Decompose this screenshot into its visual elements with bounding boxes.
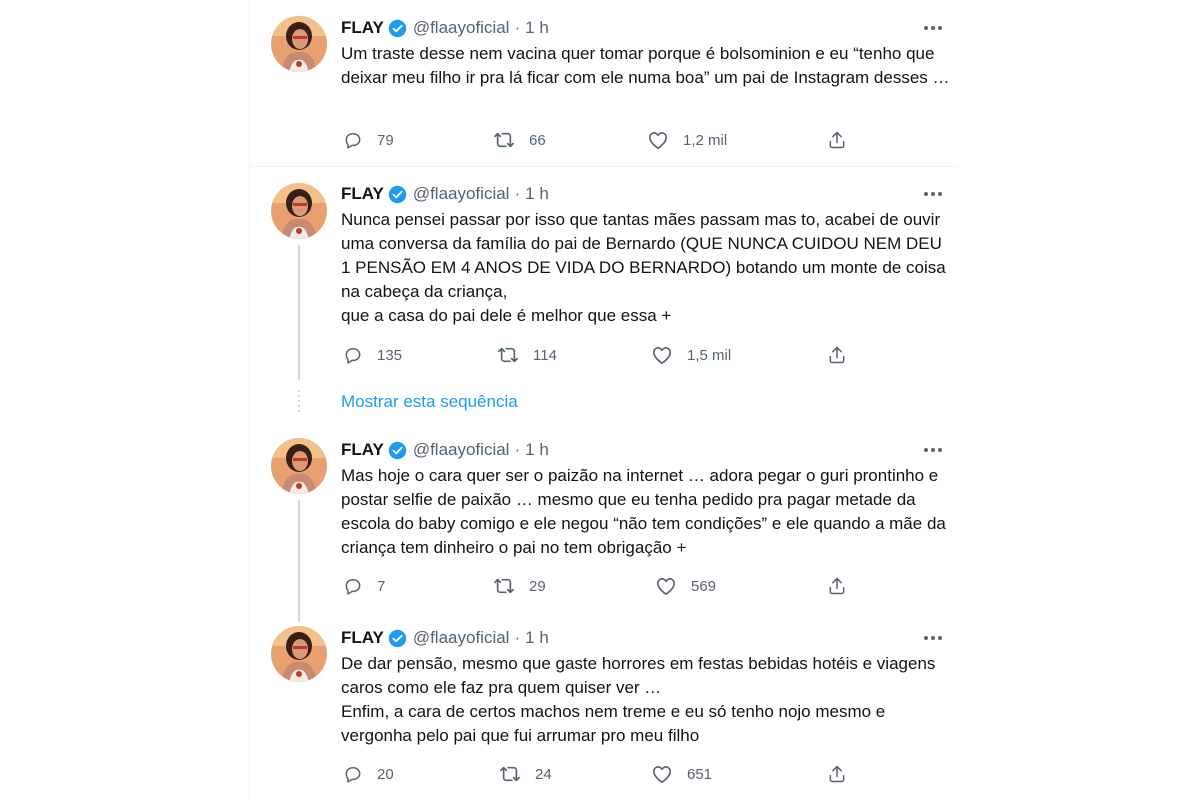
tweet-text: De dar pensão, mesmo que gaste horrores … bbox=[341, 654, 936, 745]
like-button[interactable]: 569 bbox=[655, 574, 716, 598]
like-count: 1,5 mil bbox=[687, 346, 732, 364]
like-count: 1,2 mil bbox=[683, 131, 728, 149]
reply-button[interactable]: 135 bbox=[343, 343, 402, 367]
avatar[interactable] bbox=[271, 16, 327, 72]
user-handle[interactable]: @flaayoficial bbox=[413, 628, 510, 648]
share-button[interactable] bbox=[827, 762, 847, 786]
avatar[interactable] bbox=[271, 438, 327, 494]
tweet-actions: 20 24 651 bbox=[341, 762, 861, 786]
display-name[interactable]: FLAY bbox=[341, 18, 384, 38]
like-count: 569 bbox=[691, 577, 717, 595]
tweet-header: FLAY @flaayoficial · 1 h bbox=[341, 183, 549, 205]
retweet-icon bbox=[493, 130, 515, 150]
share-icon bbox=[827, 576, 847, 596]
retweet-icon bbox=[497, 345, 519, 365]
verified-badge-icon bbox=[388, 185, 407, 204]
more-options-icon[interactable] bbox=[920, 441, 946, 459]
thread-line bbox=[298, 500, 300, 622]
separator-dot: · bbox=[514, 184, 521, 203]
share-button[interactable] bbox=[827, 128, 847, 152]
avatar[interactable] bbox=[271, 626, 327, 682]
display-name[interactable]: FLAY bbox=[341, 184, 384, 204]
share-icon bbox=[827, 764, 847, 784]
retweet-button[interactable]: 24 bbox=[499, 762, 552, 786]
like-count: 651 bbox=[687, 765, 713, 783]
show-thread-link[interactable]: Mostrar esta sequência bbox=[341, 392, 518, 412]
heart-icon bbox=[647, 130, 669, 150]
verified-badge-icon bbox=[388, 19, 407, 38]
timestamp[interactable]: 1 h bbox=[525, 18, 549, 38]
user-handle[interactable]: @flaayoficial bbox=[413, 184, 510, 204]
tweet-header: FLAY @flaayoficial · 1 h bbox=[341, 439, 549, 461]
separator-dot: · bbox=[514, 18, 521, 37]
reply-count: 79 bbox=[377, 131, 394, 149]
tweet-3[interactable]: FLAY @flaayoficial · 1 h Mas hoje o cara… bbox=[250, 422, 958, 622]
retweet-icon bbox=[493, 576, 515, 596]
timeline-column: FLAY @flaayoficial · 1 h Um traste desse… bbox=[249, 0, 958, 800]
separator-dot: · bbox=[514, 628, 521, 647]
reply-icon bbox=[343, 764, 363, 784]
tweet-4[interactable]: FLAY @flaayoficial · 1 h De dar pensão, … bbox=[250, 610, 958, 800]
share-button[interactable] bbox=[827, 574, 847, 598]
share-icon bbox=[827, 345, 847, 365]
verified-badge-icon bbox=[388, 441, 407, 460]
tweet-header: FLAY @flaayoficial · 1 h bbox=[341, 627, 549, 649]
reply-icon bbox=[343, 345, 363, 365]
tweet-header: FLAY @flaayoficial · 1 h bbox=[341, 17, 549, 39]
share-button[interactable] bbox=[827, 343, 847, 367]
avatar[interactable] bbox=[271, 183, 327, 239]
tweet-actions: 79 66 1,2 mil bbox=[341, 128, 861, 152]
retweet-count: 66 bbox=[529, 131, 546, 149]
tweet-text: Um traste desse nem vacina quer tomar po… bbox=[341, 44, 950, 87]
timestamp[interactable]: 1 h bbox=[525, 440, 549, 460]
tweet-actions: 135 114 1,5 mil bbox=[341, 343, 861, 367]
display-name[interactable]: FLAY bbox=[341, 440, 384, 460]
reply-count: 7 bbox=[377, 577, 386, 595]
timestamp[interactable]: 1 h bbox=[525, 184, 549, 204]
reply-count: 20 bbox=[377, 765, 394, 783]
share-icon bbox=[827, 130, 847, 150]
thread-line bbox=[298, 245, 300, 380]
user-handle[interactable]: @flaayoficial bbox=[413, 18, 510, 38]
retweet-icon bbox=[499, 764, 521, 784]
tweet-text: Mas hoje o cara quer ser o paizão na int… bbox=[341, 466, 946, 557]
tweet-actions: 7 29 569 bbox=[341, 574, 861, 598]
reply-button[interactable]: 20 bbox=[343, 762, 394, 786]
retweet-button[interactable]: 114 bbox=[497, 343, 557, 367]
tweet-text: Nunca pensei passar por isso que tantas … bbox=[341, 210, 946, 325]
tweet-2[interactable]: FLAY @flaayoficial · 1 h Nunca pensei pa… bbox=[250, 167, 958, 382]
like-button[interactable]: 651 bbox=[651, 762, 712, 786]
heart-icon bbox=[655, 576, 677, 596]
verified-badge-icon bbox=[388, 629, 407, 648]
retweet-count: 114 bbox=[533, 346, 557, 364]
heart-icon bbox=[651, 764, 673, 784]
reply-icon bbox=[343, 576, 363, 596]
retweet-count: 24 bbox=[535, 765, 552, 783]
retweet-button[interactable]: 29 bbox=[493, 574, 546, 598]
heart-icon bbox=[651, 345, 673, 365]
timestamp[interactable]: 1 h bbox=[525, 628, 549, 648]
thread-gap-line bbox=[298, 390, 300, 414]
like-button[interactable]: 1,2 mil bbox=[647, 128, 727, 152]
more-options-icon[interactable] bbox=[920, 185, 946, 203]
display-name[interactable]: FLAY bbox=[341, 628, 384, 648]
reply-count: 135 bbox=[377, 346, 403, 364]
retweet-count: 29 bbox=[529, 577, 546, 595]
retweet-button[interactable]: 66 bbox=[493, 128, 546, 152]
user-handle[interactable]: @flaayoficial bbox=[413, 440, 510, 460]
reply-icon bbox=[343, 130, 363, 150]
reply-button[interactable]: 7 bbox=[343, 574, 385, 598]
more-options-icon[interactable] bbox=[920, 629, 946, 647]
more-options-icon[interactable] bbox=[920, 19, 946, 37]
separator-dot: · bbox=[514, 440, 521, 459]
reply-button[interactable]: 79 bbox=[343, 128, 394, 152]
like-button[interactable]: 1,5 mil bbox=[651, 343, 731, 367]
tweet-1[interactable]: FLAY @flaayoficial · 1 h Um traste desse… bbox=[250, 0, 958, 166]
